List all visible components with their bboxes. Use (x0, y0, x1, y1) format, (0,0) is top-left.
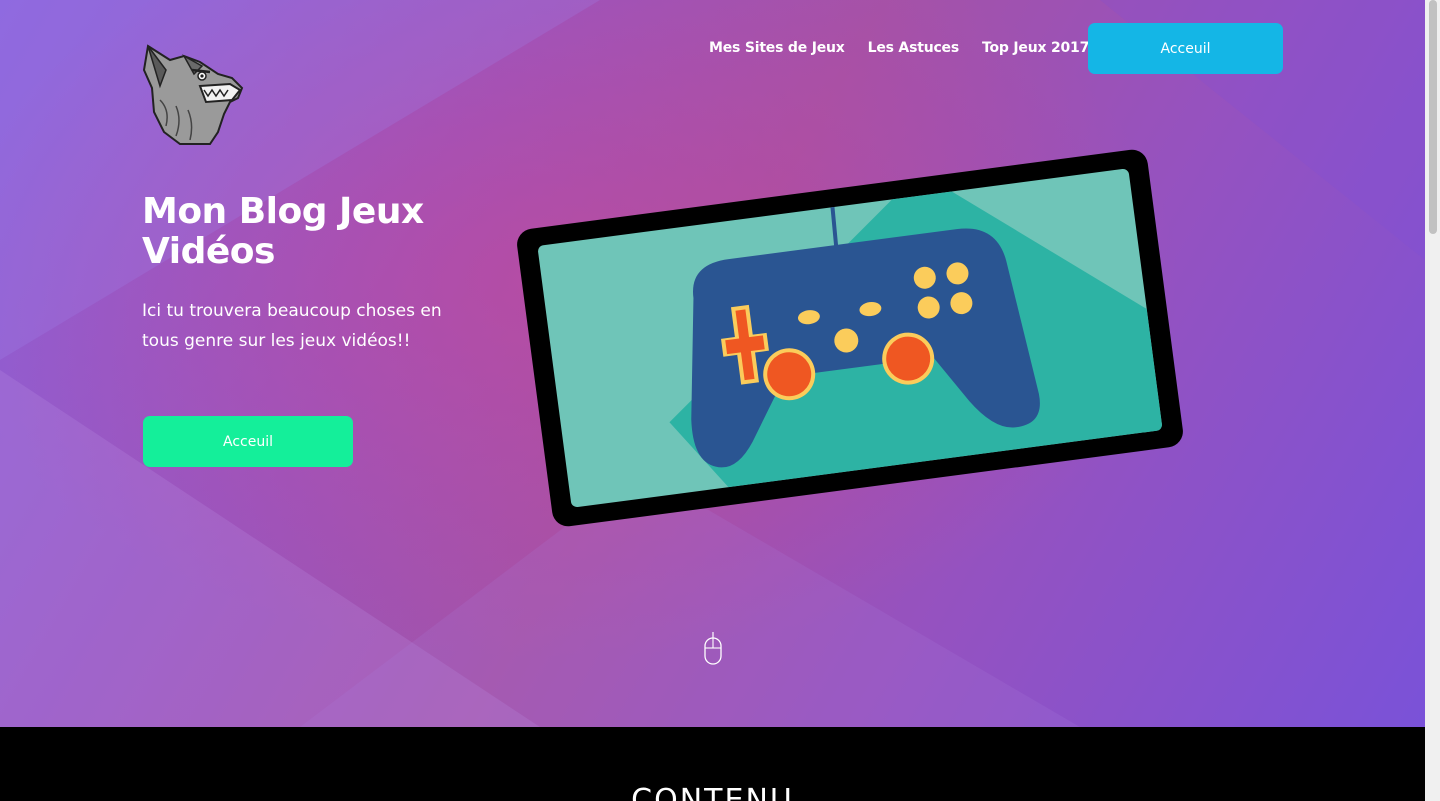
nav-link-top-jeux[interactable]: Top Jeux 2017 (982, 40, 1089, 56)
gamepad-tablet-illustration (517, 149, 1183, 527)
hero-section: Mes Sites de Jeux Les Astuces Top Jeux 2… (0, 0, 1425, 727)
wolf-logo-icon[interactable] (140, 40, 246, 146)
nav-link-astuces[interactable]: Les Astuces (868, 40, 960, 56)
nav-link-mes-sites[interactable]: Mes Sites de Jeux (709, 40, 845, 56)
scrollbar-thumb[interactable] (1429, 0, 1437, 234)
page-scrollbar[interactable] (1425, 0, 1440, 801)
hero-cta-button[interactable]: Acceuil (143, 416, 353, 467)
hero-title: Mon Blog Jeux Vidéos (142, 191, 424, 272)
hero-subtitle: Ici tu trouvera beaucoup choses en tous … (142, 301, 442, 351)
page: Mes Sites de Jeux Les Astuces Top Jeux 2… (0, 0, 1425, 801)
nav-home-button[interactable]: Acceuil (1088, 23, 1283, 74)
main-nav: Mes Sites de Jeux Les Astuces Top Jeux 2… (709, 40, 1112, 56)
content-section-title: CONTENU (631, 783, 794, 801)
scroll-mouse-icon[interactable] (702, 632, 724, 666)
